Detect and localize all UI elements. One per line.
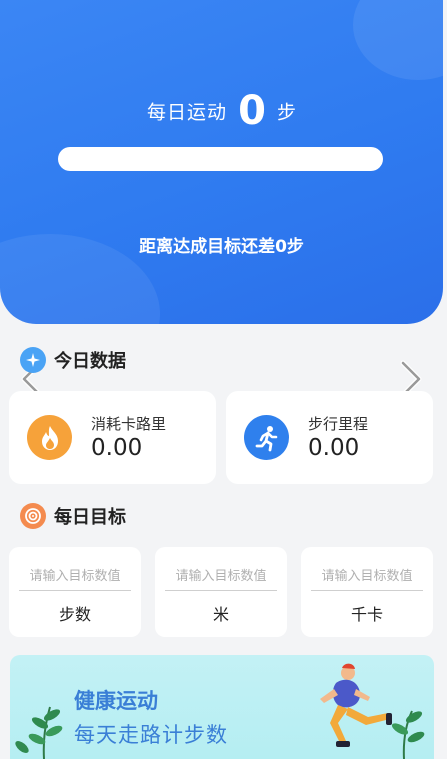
daily-goals-title: 每日目标 [54, 507, 126, 528]
today-data-header: 今日数据 [20, 347, 126, 373]
steps-goal-unit: 步数 [58, 605, 91, 624]
calories-goal-card: 千卡 [301, 547, 433, 637]
running-person-icon [244, 415, 289, 460]
distance-label: 步行里程 [308, 415, 369, 433]
remaining-steps-text: 距离达成目标还差0步 [139, 237, 304, 257]
steps-goal-card: 步数 [9, 547, 141, 637]
meters-goal-card: 米 [155, 547, 287, 637]
meters-goal-unit: 米 [212, 605, 229, 624]
daily-goals-header: 每日目标 [20, 503, 126, 529]
daily-steps-unit: 步 [277, 101, 297, 124]
daily-steps-label: 每日运动 [146, 101, 227, 124]
sparkle-icon [20, 347, 46, 373]
calories-label: 消耗卡路里 [91, 415, 167, 433]
daily-steps-row: 每日运动 0 步 [0, 88, 443, 134]
decorative-circle [353, 0, 443, 80]
today-data-title: 今日数据 [54, 351, 126, 372]
step-summary-header: 每日运动 0 步 距离达成目标还差0步 [0, 0, 443, 324]
healthy-exercise-banner: 健康运动 每天走路计步数 [10, 655, 434, 759]
runner-illustration-icon [320, 663, 425, 759]
daily-steps-count: 0 [238, 88, 266, 134]
step-progress-bar [58, 147, 383, 171]
calories-card: 消耗卡路里 0.00 [9, 391, 216, 484]
banner-subtitle: 每天走路计步数 [74, 723, 228, 747]
meters-goal-input[interactable] [165, 563, 277, 591]
distance-card: 步行里程 0.00 [226, 391, 433, 484]
banner-title: 健康运动 [74, 689, 158, 713]
distance-value: 0.00 [308, 435, 360, 461]
steps-goal-input[interactable] [19, 563, 131, 591]
calories-value: 0.00 [91, 435, 143, 461]
calories-goal-input[interactable] [311, 563, 423, 591]
calories-goal-unit: 千卡 [350, 605, 383, 624]
target-icon [20, 503, 46, 529]
fire-icon [27, 415, 72, 460]
plant-leaves-icon [15, 706, 63, 759]
